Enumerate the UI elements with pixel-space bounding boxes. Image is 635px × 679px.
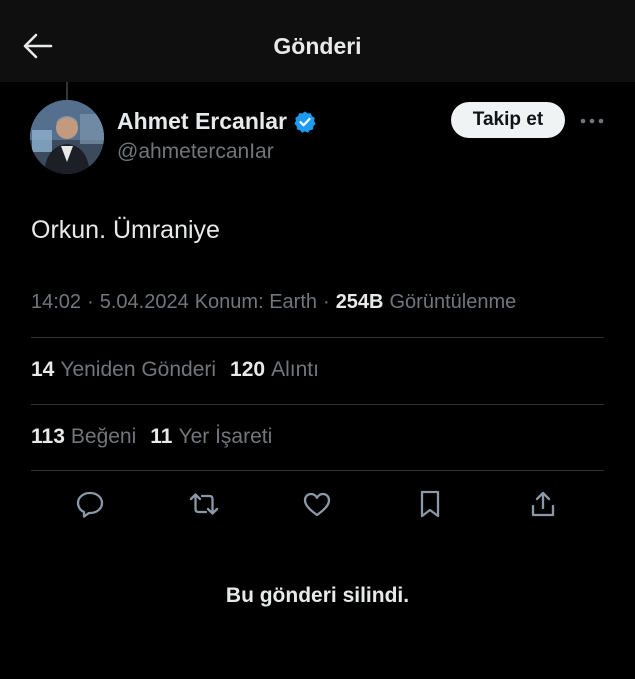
likes-stat[interactable]: 113 Beğeni [31,425,136,449]
like-button[interactable] [299,488,335,524]
stats-row-likes: 113 Beğeni 11 Yer İşareti [31,425,272,449]
verified-badge-icon [293,110,317,134]
author-name-text: Ahmet Ercanlar [117,108,288,134]
bookmark-icon [417,489,443,524]
tweet-location: Konum: Earth [194,291,318,313]
bookmarks-stat[interactable]: 11 Yer İşareti [150,425,272,449]
heart-icon [302,490,332,523]
quotes-stat[interactable]: 120 Alıntı [230,358,319,382]
author-handle[interactable]: @ahmetercanIar [117,140,274,164]
retweet-button[interactable] [186,488,222,524]
share-icon [529,489,557,524]
avatar[interactable] [30,100,104,174]
reposts-count: 14 [31,358,55,381]
deleted-notice: Bu gönderi silindi. [225,584,410,607]
thread-connector [66,82,68,100]
likes-count: 113 [31,425,65,448]
reply-button[interactable] [72,488,108,524]
follow-button[interactable]: Takip et [451,102,565,138]
bookmark-button[interactable] [412,488,448,524]
tweet-time[interactable]: 14:02 [31,291,81,314]
meta-separator: · [87,291,94,313]
tweet-meta: 14:02 · 5.04.2024 Konum: Earth · 254B Gö… [31,291,516,314]
meta-separator: · [323,291,330,313]
quotes-label: Alıntı [271,358,319,381]
retweet-icon [188,489,220,524]
reply-icon [75,489,105,524]
views-label: Görüntülenme [389,291,517,313]
stats-row-reposts: 14 Yeniden Gönderi 120 Alıntı [31,358,319,382]
divider [31,470,604,471]
page-title: Gönderi [273,33,362,59]
top-bar: Gönderi [0,0,635,82]
divider [31,337,604,338]
likes-label: Beğeni [70,425,137,448]
more-button[interactable] [576,106,608,134]
share-button[interactable] [525,488,561,524]
views-count: 254B [335,291,384,313]
author-name[interactable]: Ahmet Ercanlar [117,108,317,135]
divider [31,404,604,405]
bookmarks-count: 11 [150,425,173,448]
more-dots-icon [580,111,604,129]
quotes-count: 120 [230,358,266,381]
reposts-stat[interactable]: 14 Yeniden Gönderi [31,358,216,382]
reposts-label: Yeniden Gönderi [60,358,217,381]
tweet-text: Orkun. Ümraniye [31,216,220,244]
bookmarks-label: Yer İşareti [178,425,273,448]
tweet-date[interactable]: 5.04.2024 [100,291,189,314]
